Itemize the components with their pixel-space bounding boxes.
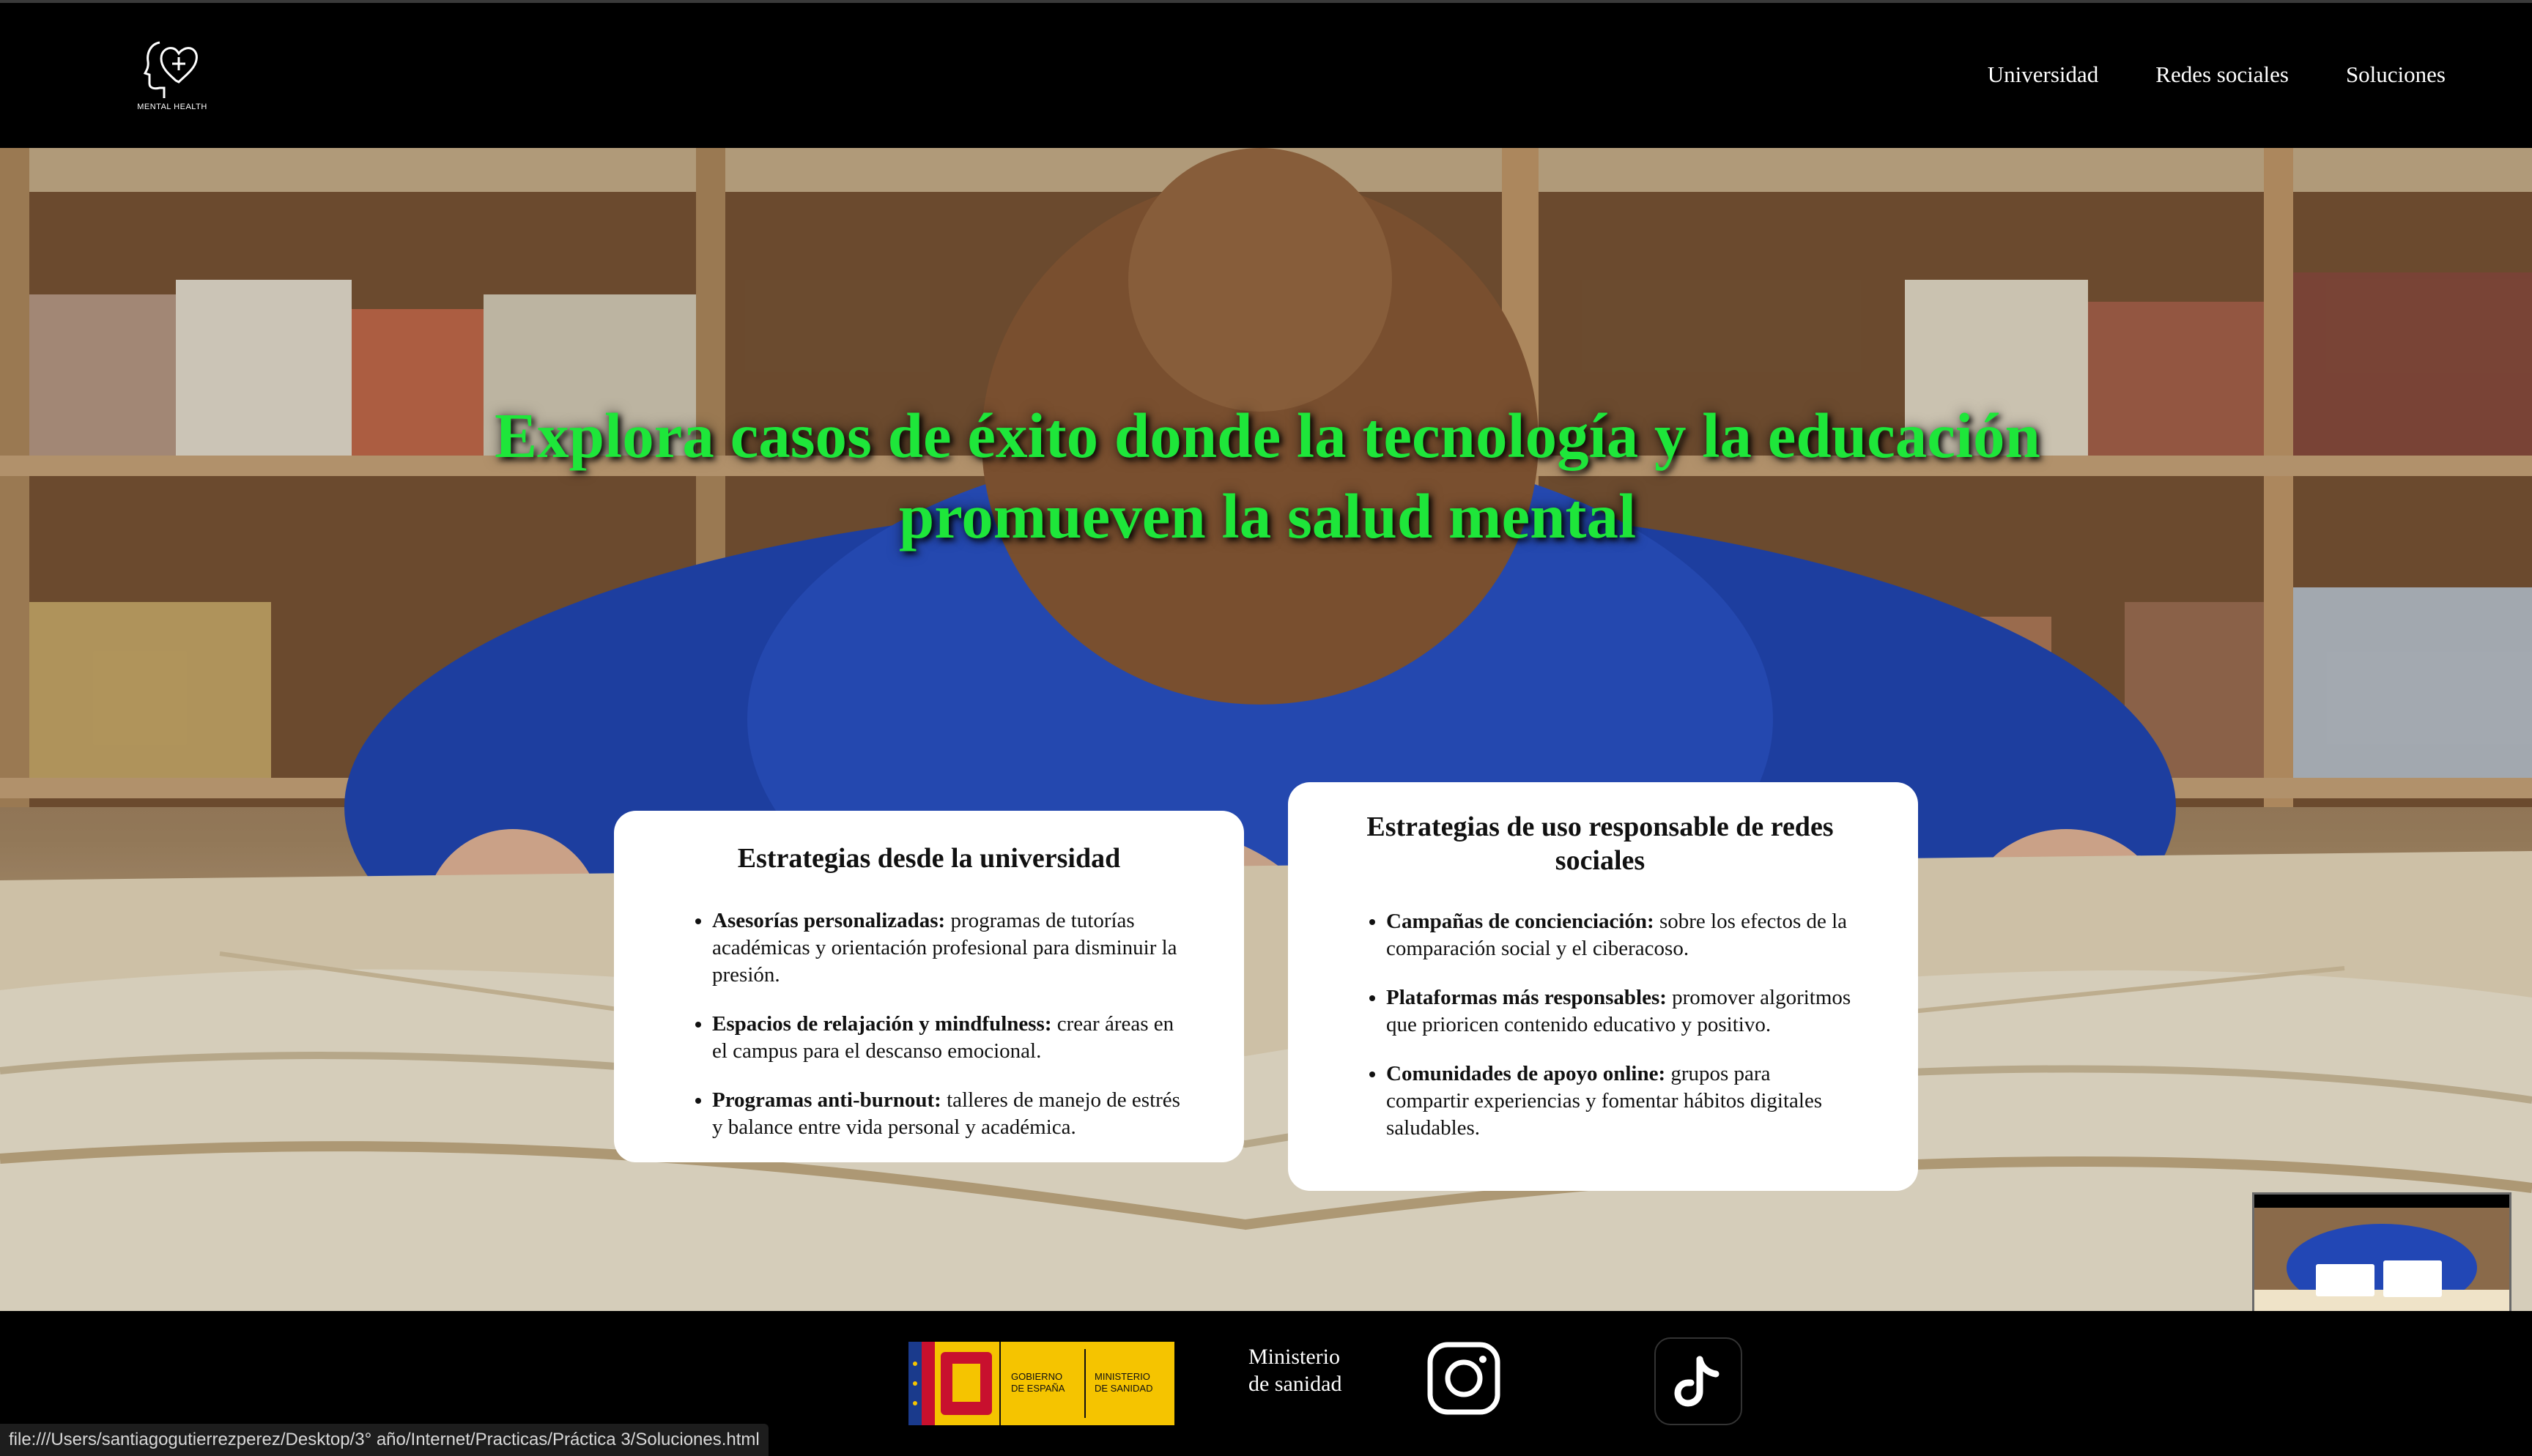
coat-of-arms-icon: GOBIERNO DE ESPAÑA MINISTERIO DE SANIDAD (908, 1342, 1152, 1425)
logo[interactable]: MENTAL HEALTH (132, 29, 212, 117)
list-item: Programas anti-burnout: talleres de mane… (712, 1087, 1184, 1141)
heart-head-icon (143, 41, 198, 98)
strategy-list: Asesorías personalizadas: programas de t… (674, 907, 1184, 1141)
card-redes-sociales: Estrategias de uso responsable de redes … (1288, 782, 1918, 1191)
nav-link-soluciones[interactable]: Soluciones (2346, 62, 2446, 88)
card-title: Estrategias de uso responsable de redes … (1366, 811, 1834, 876)
nav-link-universidad[interactable]: Universidad (1988, 62, 2099, 88)
nav-link-redes-sociales[interactable]: Redes sociales (2155, 62, 2289, 88)
hero-title: Explora casos de éxito donde la tecnolog… (495, 400, 2040, 551)
list-item: Campañas de concienciación: sobre los ef… (1386, 908, 1852, 962)
hero-background-image (0, 148, 2532, 1311)
main-nav: Universidad Redes sociales Soluciones (1988, 62, 2446, 88)
list-item: Asesorías personalizadas: programas de t… (712, 907, 1184, 989)
logo-text: MENTAL HEALTH (137, 103, 207, 111)
hero-section: Explora casos de éxito donde la tecnolog… (0, 148, 2532, 1311)
browser-status-url: file:///Users/santiagogutierrezperez/Des… (0, 1424, 769, 1456)
list-item: Espacios de relajación y mindfulness: cr… (712, 1011, 1184, 1065)
svg-text:GOBIERNO: GOBIERNO (1011, 1371, 1062, 1382)
instagram-icon[interactable] (1427, 1342, 1500, 1415)
svg-text:MINISTERIO: MINISTERIO (1095, 1371, 1150, 1382)
tiktok-icon[interactable] (1654, 1337, 1742, 1425)
card-universidad: Estrategias desde la universidad Asesorí… (614, 811, 1244, 1162)
strategy-list: Campañas de concienciación: sobre los ef… (1348, 908, 1852, 1142)
list-item: Plataformas más responsables: promover a… (1386, 984, 1852, 1039)
svg-text:DE ESPAÑA: DE ESPAÑA (1011, 1383, 1065, 1394)
card-title: Estrategias desde la universidad (737, 843, 1121, 874)
ministerio-text: Ministerio de sanidad (1248, 1345, 1342, 1396)
gobierno-espana-logo[interactable]: GOBIERNO DE ESPAÑA MINISTERIO DE SANIDAD (908, 1342, 1174, 1425)
svg-text:DE SANIDAD: DE SANIDAD (1095, 1383, 1152, 1394)
site-header: MENTAL HEALTH Universidad Redes sociales… (0, 0, 2532, 148)
list-item: Comunidades de apoyo online: grupos para… (1386, 1061, 1852, 1142)
